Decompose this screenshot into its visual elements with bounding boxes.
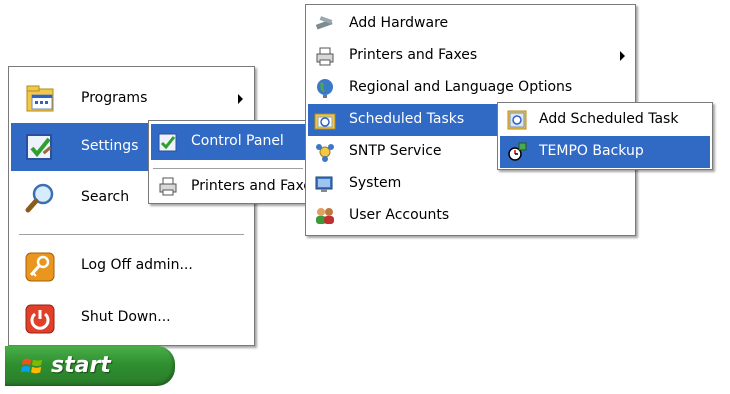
scheduled-tasks-icon (314, 109, 336, 131)
submenu-arrow-icon (620, 51, 625, 61)
globe-icon (314, 77, 336, 99)
start-button[interactable]: start (5, 346, 175, 386)
control-panel-item-user-accounts[interactable]: User Accounts (308, 200, 633, 232)
shut-down-icon (23, 302, 57, 336)
start-item-label: Search (81, 189, 130, 205)
settings-item-control-panel[interactable]: Control Panel (151, 124, 305, 160)
control-panel-item-label: Scheduled Tasks (349, 111, 465, 127)
start-item-log-off[interactable]: Log Off admin... (11, 245, 252, 289)
settings-icon (23, 130, 57, 164)
control-panel-item-label: Add Hardware (349, 15, 449, 31)
scheduled-tasks-item-add[interactable]: Add Scheduled Task (500, 104, 710, 136)
settings-item-label: Control Panel (191, 133, 284, 149)
log-off-icon (23, 250, 57, 284)
control-panel-item-printers[interactable]: Printers and Faxes (308, 40, 633, 72)
control-panel-item-label: Regional and Language Options (349, 79, 573, 95)
start-item-programs[interactable]: Programs (11, 77, 252, 121)
control-panel-item-regional[interactable]: Regional and Language Options (308, 72, 633, 104)
start-item-label: Shut Down... (81, 309, 171, 325)
control-panel-item-label: System (349, 175, 402, 191)
settings-item-label: Printers and Faxes (191, 178, 305, 194)
printers-icon (157, 175, 179, 197)
start-label: start (51, 353, 111, 378)
menu-separator (153, 168, 303, 169)
control-panel-icon (157, 131, 179, 153)
control-panel-item-label: SNTP Service (349, 143, 442, 159)
control-panel-item-add-hardware[interactable]: Add Hardware (308, 8, 633, 40)
scheduled-tasks-item-label: TEMPO Backup (539, 143, 644, 159)
control-panel-item-label: User Accounts (349, 207, 450, 223)
task-icon (506, 141, 528, 163)
control-panel-item-label: Printers and Faxes (349, 47, 478, 63)
settings-item-printers[interactable]: Printers and Faxes (151, 170, 305, 202)
printers-icon (314, 45, 336, 67)
windows-logo-icon (21, 355, 43, 377)
system-icon (314, 173, 336, 195)
sntp-service-icon (314, 141, 336, 163)
start-item-label: Programs (81, 90, 148, 106)
start-menu: Programs Settings Search Log Off admin..… (8, 66, 255, 346)
user-accounts-icon (314, 205, 336, 227)
start-item-shut-down[interactable]: Shut Down... (11, 297, 252, 341)
submenu-arrow-icon (238, 94, 243, 104)
settings-submenu: Control Panel Printers and Faxes (148, 120, 308, 204)
add-hardware-icon (314, 13, 336, 35)
start-item-label: Log Off admin... (81, 257, 193, 273)
add-task-icon (506, 109, 528, 131)
scheduled-tasks-submenu: Add Scheduled Task TEMPO Backup (497, 102, 713, 170)
search-icon (23, 181, 57, 215)
scheduled-tasks-item-tempo-backup[interactable]: TEMPO Backup (500, 136, 710, 168)
start-item-label: Settings (81, 138, 139, 154)
menu-separator (19, 234, 244, 235)
programs-icon (23, 82, 57, 116)
scheduled-tasks-item-label: Add Scheduled Task (539, 111, 679, 127)
control-panel-item-system[interactable]: System (308, 168, 633, 200)
